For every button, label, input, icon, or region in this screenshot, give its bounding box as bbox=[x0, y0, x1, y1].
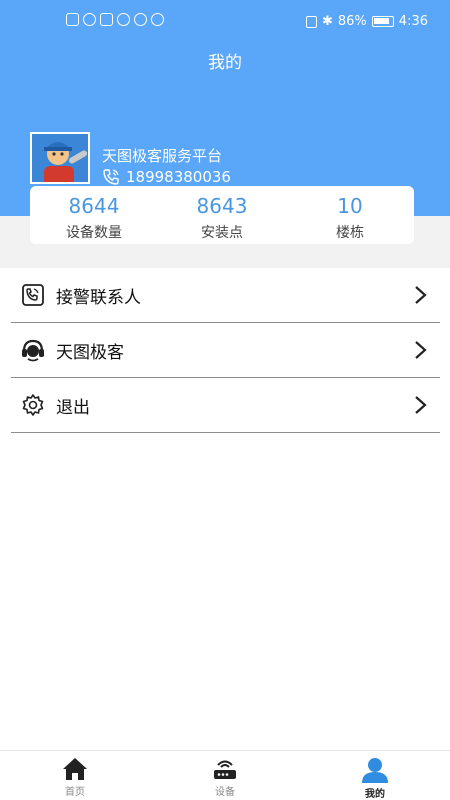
battery-icon bbox=[371, 16, 394, 27]
page-title: 我的 bbox=[208, 53, 242, 73]
stat-value: 8644 bbox=[68, 194, 120, 218]
tab-label: 设备 bbox=[215, 787, 235, 798]
avatar[interactable] bbox=[30, 132, 90, 184]
stat-value: 10 bbox=[337, 194, 363, 218]
menu-item-logout[interactable]: 退出 bbox=[11, 378, 440, 433]
router-icon bbox=[214, 760, 236, 779]
wifi-icon bbox=[83, 13, 96, 26]
tab-bar: 首页 设备 我的 bbox=[0, 750, 450, 800]
mechanic-avatar-icon bbox=[32, 134, 88, 182]
chevron-right-icon bbox=[415, 341, 427, 359]
phone-contact-icon bbox=[20, 282, 46, 308]
gear-icon bbox=[20, 392, 46, 418]
home-icon bbox=[63, 758, 87, 780]
menu-label: 接警联系人 bbox=[56, 287, 141, 308]
notification-icons bbox=[66, 13, 164, 26]
tab-mine[interactable]: 我的 bbox=[300, 751, 450, 800]
stats-card: 8644 设备数量 8643 安装点 10 楼栋 bbox=[30, 186, 414, 244]
menu-label: 天图极客 bbox=[56, 342, 124, 363]
battery-text: 86% bbox=[337, 14, 367, 29]
app-icon bbox=[117, 13, 130, 26]
stat-label: 设备数量 bbox=[66, 225, 122, 241]
status-right: ✱ 86% 4:36 bbox=[305, 14, 428, 29]
cloud-icon bbox=[134, 13, 147, 26]
nfc-icon bbox=[305, 15, 317, 28]
person-icon bbox=[362, 758, 388, 783]
stat-value: 8643 bbox=[196, 194, 248, 218]
chevron-right-icon bbox=[415, 396, 427, 414]
stat-install-points[interactable]: 8643 安装点 bbox=[158, 186, 286, 244]
stat-buildings[interactable]: 10 楼栋 bbox=[286, 186, 414, 244]
phone-row[interactable]: 18998380036 bbox=[102, 168, 231, 186]
map-icon bbox=[100, 13, 113, 26]
stat-device-count[interactable]: 8644 设备数量 bbox=[30, 186, 158, 244]
profile-phone: 18998380036 bbox=[126, 168, 231, 186]
headset-icon bbox=[20, 337, 46, 363]
profile-name: 天图极客服务平台 bbox=[102, 147, 223, 165]
status-bar: ✱ 86% 4:36 bbox=[0, 8, 450, 36]
notification-icon bbox=[66, 13, 79, 26]
qq-icon bbox=[151, 13, 164, 26]
menu-list: 接警联系人 天图极客 退出 bbox=[0, 268, 450, 750]
tab-devices[interactable]: 设备 bbox=[150, 751, 300, 800]
clock: 4:36 bbox=[398, 14, 428, 29]
tab-home[interactable]: 首页 bbox=[0, 751, 150, 800]
stat-label: 楼栋 bbox=[336, 225, 364, 241]
stat-label: 安装点 bbox=[201, 225, 243, 241]
phone-icon bbox=[103, 169, 119, 185]
tab-label: 我的 bbox=[365, 789, 385, 800]
tab-label: 首页 bbox=[65, 787, 85, 798]
menu-item-alarm-contacts[interactable]: 接警联系人 bbox=[11, 268, 440, 323]
menu-label: 退出 bbox=[56, 397, 90, 418]
bluetooth-icon: ✱ bbox=[321, 14, 333, 29]
menu-item-tiantu[interactable]: 天图极客 bbox=[11, 323, 440, 378]
chevron-right-icon bbox=[415, 286, 427, 304]
